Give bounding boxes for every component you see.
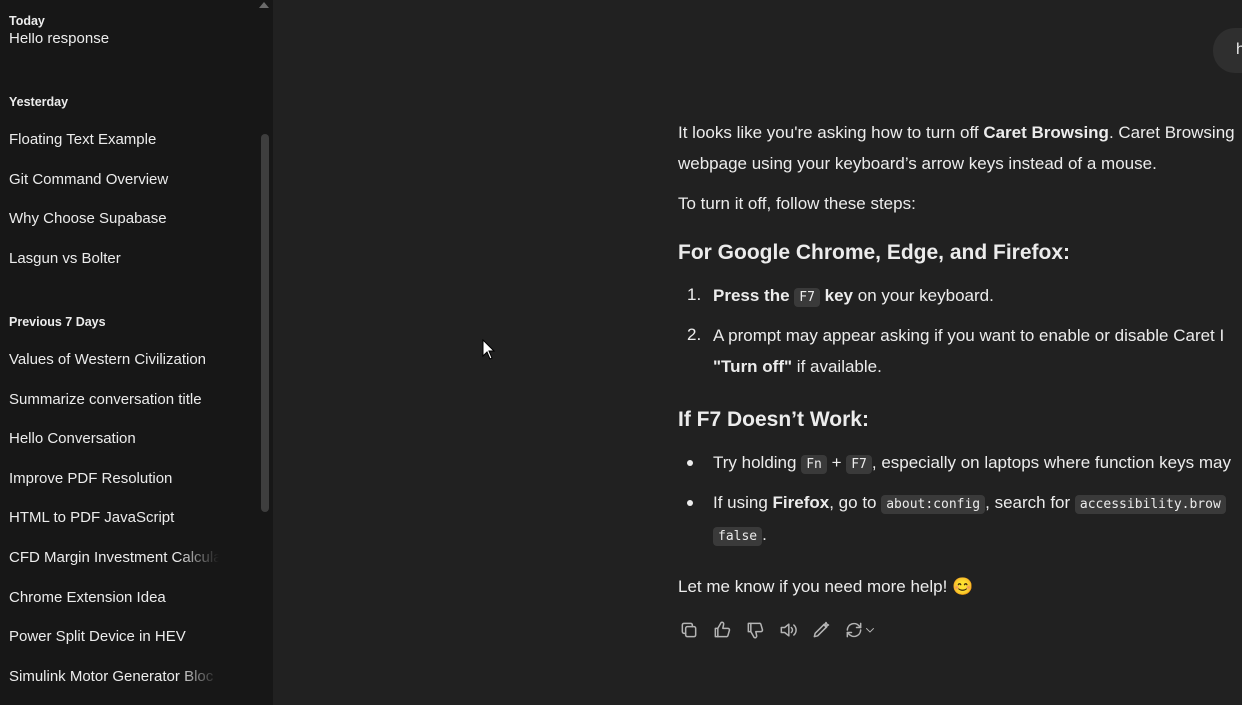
list-item-line: "Turn off" if available. [713,357,882,376]
thumbs-down-icon[interactable] [745,620,769,644]
list-item: Press the F7 key on your keyboard. [713,286,994,307]
inline-code: false [713,527,763,546]
assistant-paragraph: To turn it off, follow these steps: [678,194,916,213]
scroll-up-arrow-icon[interactable] [259,2,269,8]
section-heading: For Google Chrome, Edge, and Firefox: [678,241,1071,264]
sidebar-item[interactable]: Why Choose Supabase [9,209,219,229]
sidebar-item[interactable]: Lasgun vs Bolter [9,249,219,269]
sidebar-item[interactable]: Git Command Overview [9,170,219,190]
mouse-cursor-icon [482,339,496,360]
edit-icon[interactable] [811,620,835,644]
section-heading-yesterday: Yesterday [9,95,69,109]
bullet-dot [687,500,693,506]
inline-code: F7 [794,288,820,307]
sidebar-item[interactable]: Summarize conversation title [9,390,219,410]
section-heading-previous-7-days: Previous 7 Days [9,315,106,329]
copy-icon[interactable] [679,620,703,644]
read-aloud-icon[interactable] [778,620,802,644]
list-number: 1. [687,285,702,304]
sidebar-item[interactable]: HTML to PDF JavaScript [9,508,219,528]
chat-area: h It looks like you're asking how to tur… [273,0,1242,705]
bullet-dot [687,460,693,466]
assistant-paragraph: It looks like you're asking how to turn … [678,123,1235,142]
sidebar-item[interactable]: Simulink Motor Generator Bloc [9,667,219,687]
inline-code: F7 [846,455,872,474]
sidebar-item[interactable]: Hello Conversation [9,429,219,449]
list-item-line: false. [713,524,767,548]
assistant-closing: Let me know if you need more help! 😊 [678,577,974,596]
section-heading: If F7 Doesn’t Work: [678,408,869,431]
sidebar-item[interactable]: CFD Margin Investment Calcula [9,548,219,568]
inline-code: accessibility.brow [1074,495,1226,514]
sidebar: Today Hello response Yesterday Floating … [0,0,273,705]
section-heading-today: Today [9,14,45,28]
inline-code: about:config [881,495,986,514]
thumbs-up-icon[interactable] [712,620,736,644]
list-item: Try holding Fn + F7, especially on lapto… [713,453,1231,474]
list-number: 2. [687,325,702,344]
sidebar-item[interactable]: Power Split Device in HEV [9,627,219,647]
sidebar-item[interactable]: Floating Text Example [9,130,219,150]
inline-code: Fn [801,455,827,474]
list-item: A prompt may appear asking if you want t… [713,326,1225,345]
regenerate-icon[interactable] [844,620,880,644]
sidebar-item[interactable]: Hello response [9,33,219,49]
user-message-text: h [1236,41,1242,58]
sidebar-item[interactable]: Values of Western Civilization [9,350,219,370]
list-item: If using Firefox, go to about:config, se… [713,492,1226,516]
chevron-down-icon[interactable] [864,624,876,636]
assistant-paragraph-line: webpage using your keyboard’s arrow keys… [678,154,1157,173]
sidebar-scrollbar[interactable] [261,134,269,512]
sidebar-item[interactable]: Improve PDF Resolution [9,469,219,489]
sidebar-item[interactable]: Chrome Extension Idea [9,588,219,608]
user-message-bubble: h [1213,28,1242,73]
